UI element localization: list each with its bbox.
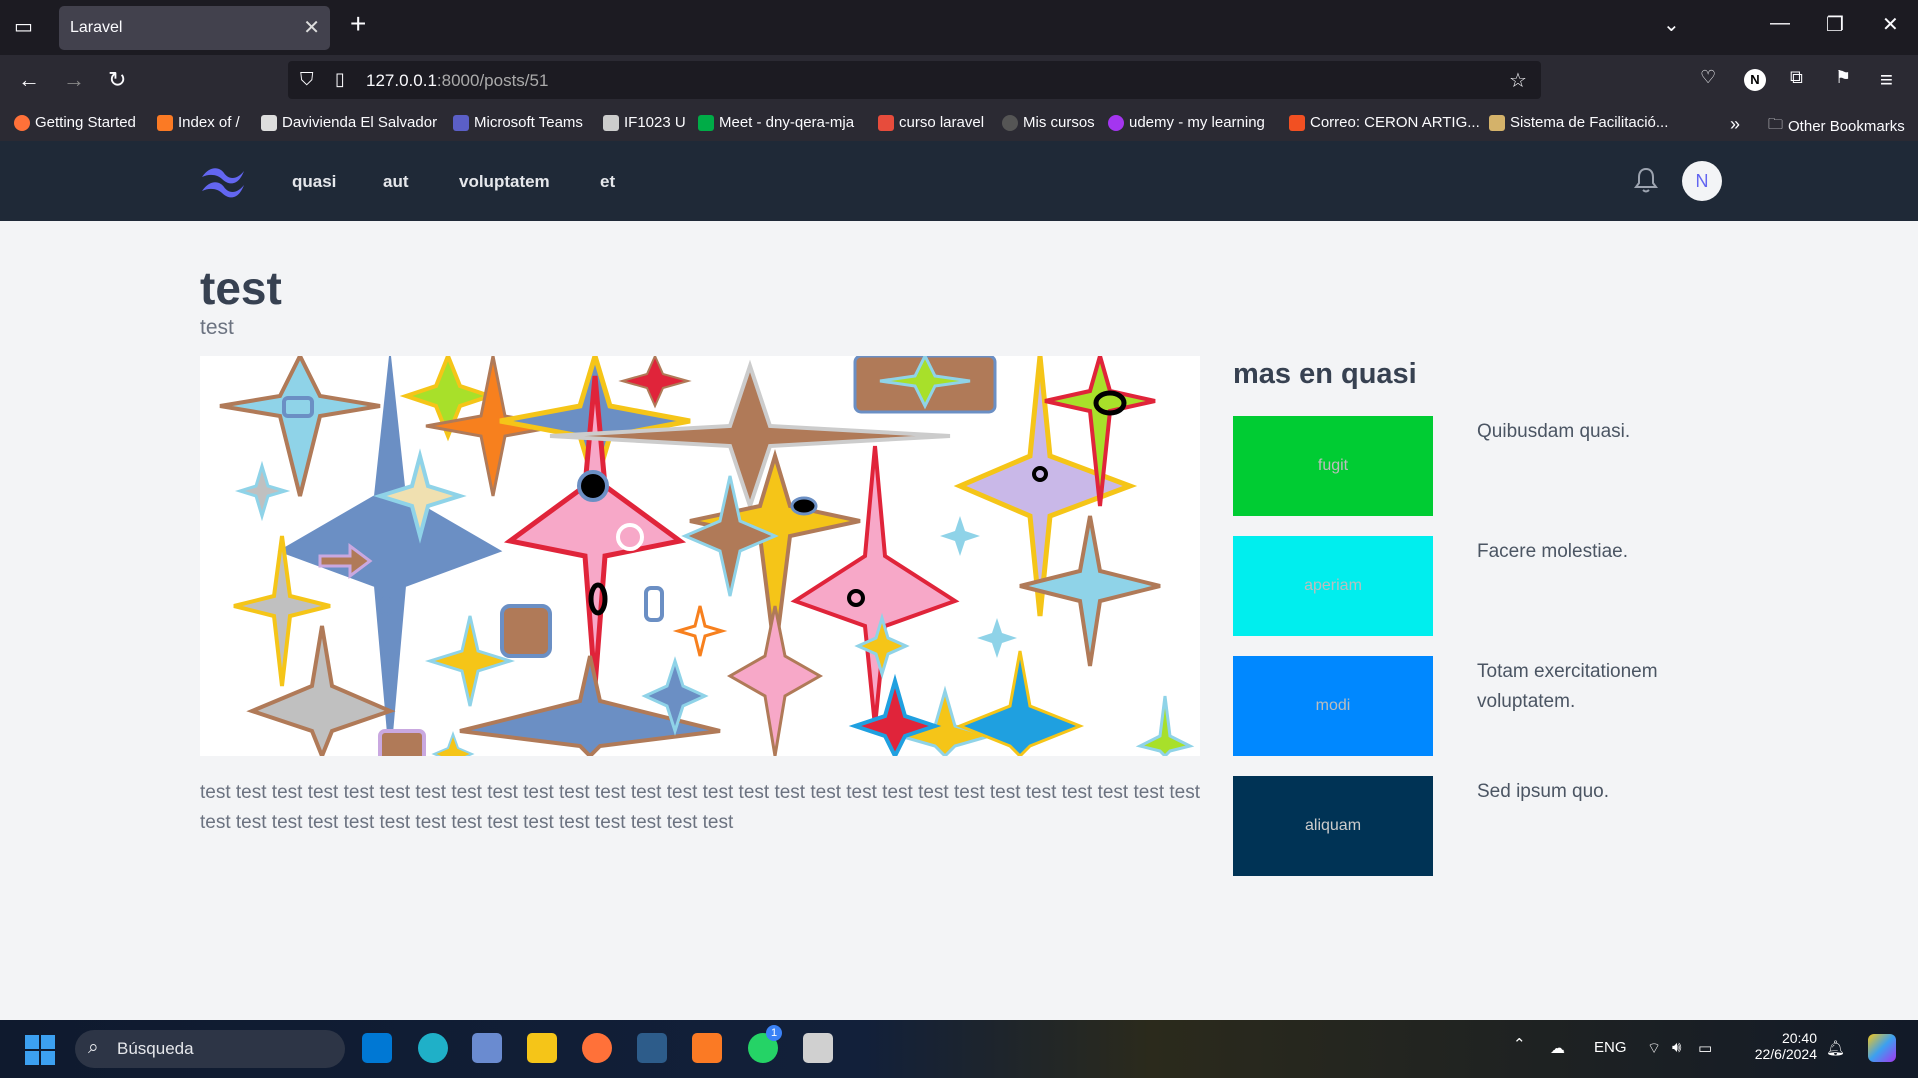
bookmark-item[interactable]: Davivienda El Salvador xyxy=(261,114,437,131)
whatsapp-badge: 1 xyxy=(766,1025,782,1041)
more-bookmarks-icon[interactable]: » xyxy=(1730,114,1740,135)
forward-icon[interactable]: → xyxy=(63,67,85,93)
minimize-icon[interactable]: — xyxy=(1770,12,1790,35)
nav-link-voluptatem[interactable]: voluptatem xyxy=(459,172,550,192)
search-placeholder: Búsqueda xyxy=(117,1039,194,1058)
cloud-icon[interactable]: ☁ xyxy=(1550,1039,1565,1057)
bookmark-item[interactable]: IF1023 U xyxy=(603,114,686,131)
back-icon[interactable]: ← xyxy=(18,67,40,93)
outlook-icon xyxy=(1289,114,1305,131)
whatsapp-icon[interactable]: 1 xyxy=(748,1025,782,1063)
post-subtitle: test xyxy=(200,316,234,339)
url-text[interactable]: 127.0.0.1:8000/posts/51 xyxy=(366,71,548,91)
bookmark-item[interactable]: Mis cursos xyxy=(1002,114,1095,131)
firefox-icon xyxy=(14,114,30,131)
xampp-icon xyxy=(157,114,173,131)
extensions-icon[interactable]: ⧉ xyxy=(1790,67,1803,88)
bookmark-item[interactable]: udemy - my learning xyxy=(1108,114,1265,131)
bookmark-item[interactable]: Sistema de Facilitació... xyxy=(1489,114,1668,131)
pocket-icon[interactable]: ♡ xyxy=(1700,67,1716,88)
classroom-icon xyxy=(603,114,619,131)
vscode-icon[interactable] xyxy=(362,1033,392,1063)
bookmark-item[interactable]: Index of / xyxy=(157,114,240,131)
related-thumb[interactable]: aperiam xyxy=(1233,536,1433,636)
url-bar[interactable]: ⛉ ▯ 127.0.0.1:8000/posts/51 ☆ xyxy=(288,61,1541,99)
browser-tab-bar: ▭ Laravel ✕ + ⌄ — ❐ ✕ xyxy=(0,0,1918,55)
tab-close-icon[interactable]: ✕ xyxy=(303,15,320,40)
bookmark-item[interactable]: curso laravel xyxy=(878,114,984,131)
bank-icon xyxy=(261,114,277,131)
related-title[interactable]: Sed ipsum quo. xyxy=(1477,777,1697,807)
shield-icon[interactable]: ⛉ xyxy=(300,69,314,90)
windows-taskbar: ⌕ Búsqueda 1 ⌃ ☁ ENG ⌔ 🔊︎ ▭ 20:40 22/6/2… xyxy=(0,1020,1918,1078)
nav-link-et[interactable]: et xyxy=(600,172,615,192)
tailwind-logo-icon[interactable] xyxy=(200,163,246,204)
other-bookmarks[interactable]: 🗀 Other Bookmarks xyxy=(1768,114,1905,139)
bookmark-item[interactable]: Microsoft Teams xyxy=(453,114,583,131)
related-title[interactable]: Facere molestiae. xyxy=(1477,537,1697,567)
xampp-taskbar-icon[interactable] xyxy=(692,1033,722,1063)
chevron-up-icon[interactable]: ⌃ xyxy=(1513,1035,1526,1053)
bookmark-item[interactable]: Getting Started xyxy=(14,114,136,131)
related-thumb[interactable]: modi xyxy=(1233,656,1433,756)
avatar[interactable]: N xyxy=(1682,161,1722,201)
related-title[interactable]: Totam exercitationem voluptatem. xyxy=(1477,657,1697,717)
firefox-taskbar-icon[interactable] xyxy=(582,1033,612,1063)
restore-icon[interactable]: ❐ xyxy=(1826,12,1844,37)
clock[interactable]: 20:40 22/6/2024 xyxy=(1747,1030,1817,1062)
bookmark-item[interactable]: Correo: CERON ARTIG... xyxy=(1289,114,1480,131)
edge-icon[interactable] xyxy=(418,1033,448,1063)
post-title: test xyxy=(200,262,282,314)
clock-time: 20:40 xyxy=(1781,1030,1817,1046)
menu-icon[interactable]: ≡ xyxy=(1880,67,1893,93)
post-image xyxy=(200,356,1200,756)
bell-icon[interactable] xyxy=(1634,166,1658,199)
url-host: 127.0.0.1 xyxy=(366,71,437,90)
reload-icon[interactable]: ↻ xyxy=(108,67,126,93)
notification-bell-icon[interactable]: 🔔︎ xyxy=(1826,1039,1845,1057)
folder-icon: 🗀 xyxy=(1768,116,1784,133)
nav-link-aut[interactable]: aut xyxy=(383,172,409,192)
search-icon: ⌕ xyxy=(88,1037,99,1058)
page-icon[interactable]: ▯ xyxy=(335,69,345,90)
post-body: test test test test test test test test … xyxy=(200,782,1201,833)
nav-link-quasi[interactable]: quasi xyxy=(292,172,336,192)
bookmarks-bar: Getting Started Index of / Davivienda El… xyxy=(0,105,1918,141)
related-title[interactable]: Quibusdam quasi. xyxy=(1477,417,1697,447)
new-tab-button[interactable]: + xyxy=(350,8,366,40)
notification-ext-icon[interactable]: ⚑ xyxy=(1835,67,1851,88)
app-navbar: quasi aut voluptatem et N xyxy=(0,141,1918,221)
tab-title: Laravel xyxy=(70,19,123,36)
copilot-icon[interactable] xyxy=(1868,1034,1896,1062)
system-icon xyxy=(1489,114,1505,131)
url-path: :8000/posts/51 xyxy=(436,71,549,90)
bookmark-star-icon[interactable]: ☆ xyxy=(1509,68,1527,93)
youtube-icon xyxy=(878,114,894,131)
taskbar-search[interactable]: ⌕ Búsqueda xyxy=(75,1030,345,1068)
meet-icon xyxy=(698,114,714,131)
browser-tab[interactable]: Laravel ✕ xyxy=(59,6,330,50)
wifi-icon[interactable]: ⌔ xyxy=(1647,1039,1661,1058)
photos-icon[interactable] xyxy=(472,1033,502,1063)
teams-icon xyxy=(453,114,469,131)
related-thumb[interactable]: aliquam xyxy=(1233,776,1433,876)
udemy-icon xyxy=(1108,114,1124,131)
list-all-tabs-icon[interactable]: ⌄ xyxy=(1663,12,1680,37)
close-window-icon[interactable]: ✕ xyxy=(1882,12,1899,37)
snipping-tool-icon[interactable] xyxy=(803,1033,833,1063)
related-heading: mas en quasi xyxy=(1233,358,1417,390)
battery-icon[interactable]: ▭ xyxy=(1698,1039,1712,1057)
file-explorer-icon[interactable] xyxy=(527,1033,557,1063)
bookmark-item[interactable]: Meet - dny-qera-mja xyxy=(698,114,854,131)
account-icon[interactable]: N xyxy=(1744,69,1766,91)
language-indicator[interactable]: ENG xyxy=(1594,1039,1627,1056)
windows-start-icon[interactable] xyxy=(25,1035,55,1070)
mysql-workbench-icon[interactable] xyxy=(637,1033,667,1063)
courses-icon xyxy=(1002,114,1018,131)
clock-date: 22/6/2024 xyxy=(1754,1046,1817,1062)
related-thumb[interactable]: fugit xyxy=(1233,416,1433,516)
volume-icon[interactable]: 🔊︎ xyxy=(1672,1039,1681,1056)
browser-nav-bar: ← → ↻ ⛉ ▯ 127.0.0.1:8000/posts/51 ☆ ♡ N … xyxy=(0,55,1918,105)
tab-list-icon[interactable]: ▭ xyxy=(14,14,33,39)
